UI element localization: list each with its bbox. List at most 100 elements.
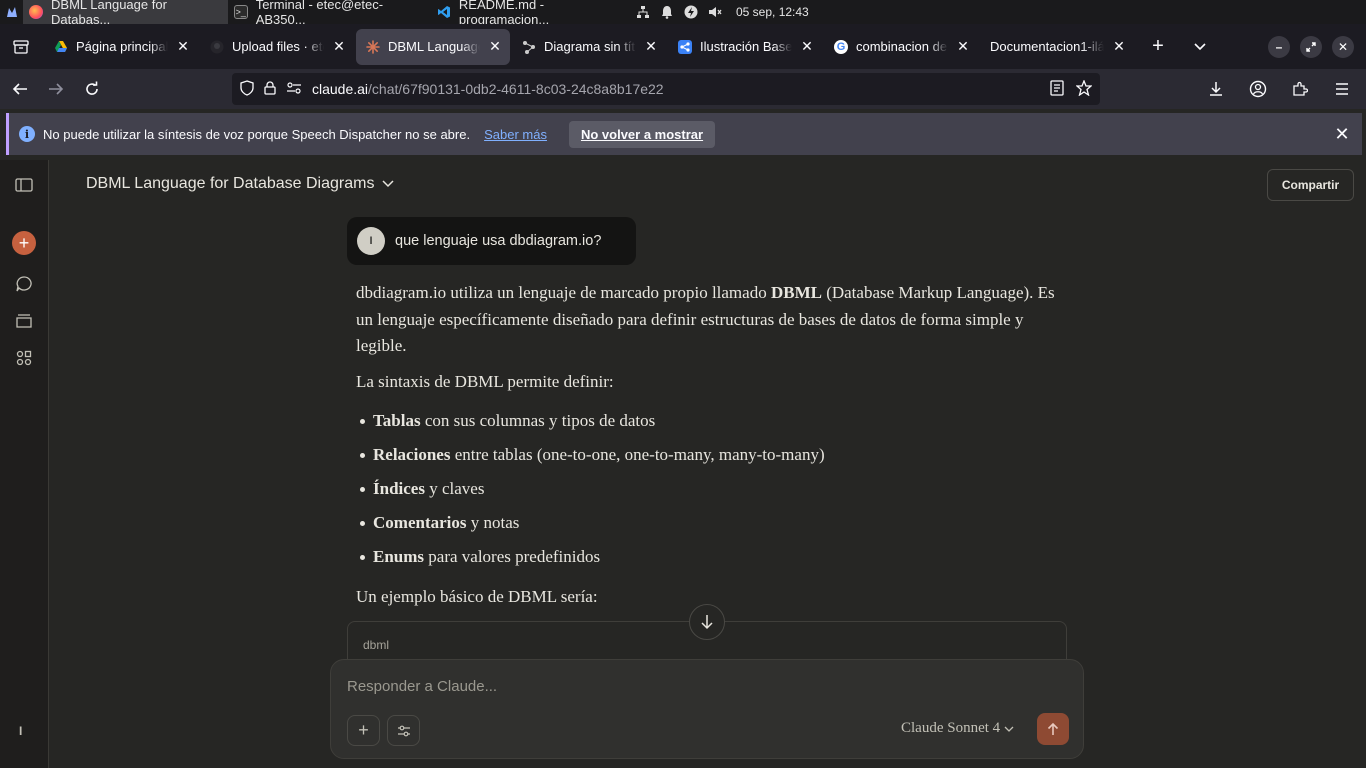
share-button[interactable]: Compartir — [1267, 169, 1354, 201]
tab-label: Diagrama sin títu — [544, 39, 636, 54]
site-permissions-icon[interactable] — [286, 81, 302, 97]
list-item-bold: Índices — [373, 478, 425, 498]
response-paragraph: dbdiagram.io utiliza un lenguaje de marc… — [356, 280, 1056, 360]
list-item-text: y notas — [466, 512, 520, 532]
assistant-response: dbdiagram.io utiliza un lenguaje de marc… — [356, 280, 1056, 620]
url-bar[interactable]: claude.ai/chat/67f90131-0db2-4611-8c03-2… — [232, 73, 1100, 105]
taskbar-app-label: Terminal - etec@etec-AB350... — [255, 0, 384, 27]
url-text[interactable]: claude.ai/chat/67f90131-0db2-4611-8c03-2… — [312, 81, 664, 97]
close-tab-icon[interactable]: ✕ — [644, 38, 658, 54]
list-item: Relaciones entre tablas (one-to-one, one… — [356, 438, 1056, 472]
browser-tab[interactable]: G combinacion de t ✕ — [824, 29, 978, 65]
account-icon[interactable] — [1242, 73, 1274, 105]
close-tab-icon[interactable]: ✕ — [1112, 38, 1126, 54]
google-drive-icon — [54, 40, 68, 54]
hamburger-menu-icon[interactable] — [1326, 73, 1358, 105]
app-launcher-icon[interactable] — [0, 0, 23, 24]
close-tab-icon[interactable]: ✕ — [176, 38, 190, 54]
chevron-down-icon — [382, 180, 394, 188]
tab-label: DBML Language f — [388, 39, 480, 54]
volume-muted-icon[interactable] — [708, 5, 722, 19]
url-path: /chat/67f90131-0db2-4611-8c03-24c8a8b17e… — [368, 81, 664, 97]
notifications-bell-icon[interactable] — [660, 5, 674, 19]
list-item: Enums para valores predefinidos — [356, 540, 1056, 574]
back-arrow-icon[interactable] — [4, 73, 36, 105]
list-item: Comentarios y notas — [356, 506, 1056, 540]
model-selector[interactable]: Claude Sonnet 4 — [901, 720, 1014, 737]
notification-text: No puede utilizar la síntesis de voz por… — [43, 126, 471, 142]
reload-icon[interactable] — [76, 73, 108, 105]
lock-icon[interactable] — [264, 80, 276, 98]
sidebar-toggle-icon[interactable] — [12, 173, 36, 197]
url-host: claude.ai — [312, 81, 369, 97]
add-attachment-plus-icon[interactable]: + — [347, 715, 380, 746]
close-notification-icon[interactable]: ✕ — [1332, 124, 1352, 144]
list-item-text: y claves — [424, 478, 485, 498]
network-icon[interactable] — [636, 5, 650, 19]
send-arrow-up-icon[interactable] — [1037, 713, 1069, 745]
close-tab-icon[interactable]: ✕ — [332, 38, 346, 54]
reader-view-icon[interactable] — [1050, 79, 1064, 99]
browser-tab-strip: Página principal - ✕ Upload files · etec… — [0, 24, 1366, 69]
taskbar-app-terminal[interactable]: >_ Terminal - etec@etec-AB350... — [228, 0, 431, 27]
taskbar-app-vscode[interactable]: README.md - programacion... — [431, 0, 636, 27]
browser-tab[interactable]: Documentacion1-ilán ✕ — [980, 29, 1134, 65]
list-item: Tablas con sus columnas y tipos de datos — [356, 404, 1056, 438]
browser-tab-active[interactable]: DBML Language f ✕ — [356, 28, 510, 65]
tab-label: combinacion de t — [856, 39, 948, 54]
list-all-tabs-chevron-icon[interactable] — [1182, 29, 1218, 65]
list-item-bold: Comentarios — [373, 512, 467, 532]
user-message-text: que lenguaje usa dbdiagram.io? — [395, 233, 602, 249]
taskbar-app-label: DBML Language for Databas... — [51, 0, 167, 27]
response-list: Tablas con sus columnas y tipos de datos… — [356, 404, 1056, 574]
dont-show-again-button[interactable]: No volver a mostrar — [568, 120, 716, 148]
learn-more-link[interactable]: Saber más — [484, 127, 547, 142]
list-item-text: entre tablas (one-to-one, one-to-many, m… — [450, 444, 825, 464]
artifacts-grid-icon[interactable] — [12, 346, 36, 370]
tools-sliders-icon[interactable] — [387, 715, 420, 746]
response-bold-text: DBML — [770, 283, 822, 302]
firefox-view-icon[interactable] — [0, 24, 42, 69]
github-icon — [210, 40, 224, 54]
chevron-down-icon — [1004, 726, 1014, 732]
response-text: dbdiagram.io utiliza un lenguaje de marc… — [356, 283, 771, 302]
restore-window-icon[interactable] — [1300, 35, 1322, 58]
downloads-icon[interactable] — [1200, 73, 1232, 105]
tab-label: Ilustración Base d — [700, 39, 792, 54]
projects-archive-icon[interactable] — [12, 309, 36, 333]
browser-tab[interactable]: Diagrama sin títu ✕ — [512, 29, 666, 65]
bookmark-star-icon[interactable] — [1075, 78, 1093, 99]
list-item-text: con sus columnas y tipos de datos — [420, 410, 656, 430]
diagram-icon — [522, 40, 536, 54]
new-tab-plus-icon[interactable]: + — [1140, 29, 1176, 65]
new-chat-plus-icon[interactable]: + — [12, 231, 36, 255]
avatar: I — [357, 227, 385, 255]
chats-bubble-icon[interactable] — [12, 272, 36, 296]
system-clock[interactable]: 05 sep, 12:43 — [736, 5, 1356, 19]
tab-label: Documentacion1-ilán — [990, 39, 1104, 54]
tracking-protection-shield-icon[interactable] — [240, 79, 254, 99]
browser-tab[interactable]: Página principal - ✕ — [44, 29, 198, 65]
browser-tab[interactable]: Ilustración Base d ✕ — [668, 29, 822, 65]
list-item-bold: Relaciones — [373, 444, 451, 464]
scroll-to-bottom-arrow-icon[interactable] — [689, 604, 725, 640]
minimize-window-icon[interactable]: – — [1268, 35, 1290, 58]
reply-input[interactable]: Responder a Claude... — [347, 678, 497, 695]
taskbar-app-label: README.md - programacion... — [458, 0, 550, 27]
user-menu-initial[interactable]: I — [19, 724, 22, 738]
taskbar-app-firefox[interactable]: DBML Language for Databas... — [23, 0, 228, 27]
list-item-bold: Enums — [373, 546, 425, 566]
close-window-icon[interactable]: ✕ — [1332, 35, 1354, 58]
close-tab-icon[interactable]: ✕ — [488, 38, 502, 54]
code-language-label: dbml — [363, 638, 390, 652]
forward-arrow-icon[interactable] — [40, 73, 72, 105]
google-icon: G — [834, 39, 848, 54]
close-tab-icon[interactable]: ✕ — [800, 38, 814, 54]
firefox-icon — [29, 5, 44, 19]
power-icon[interactable] — [684, 5, 698, 19]
browser-tab[interactable]: Upload files · etec ✕ — [200, 29, 354, 65]
extensions-puzzle-icon[interactable] — [1284, 73, 1316, 105]
vscode-icon — [437, 5, 451, 19]
close-tab-icon[interactable]: ✕ — [956, 38, 970, 54]
chat-title-dropdown[interactable]: DBML Language for Database Diagrams — [86, 175, 394, 193]
